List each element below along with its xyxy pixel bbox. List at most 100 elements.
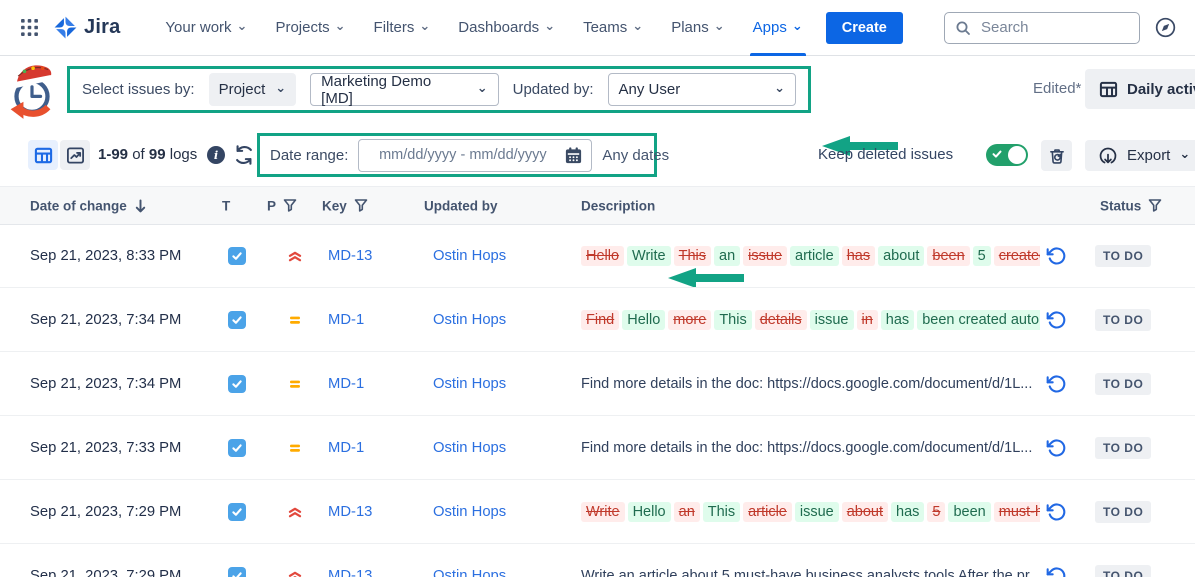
refresh-icon[interactable] [233, 144, 255, 166]
select-by-dropdown[interactable]: Project⌄ [209, 73, 297, 106]
issue-key-link[interactable]: MD-13 [328, 248, 372, 264]
chevron-down-icon: ⌄ [275, 80, 286, 96]
table-view-button[interactable] [28, 140, 58, 170]
undo-icon[interactable] [1046, 566, 1066, 577]
description-token-added: issue [810, 310, 854, 330]
updated-by-link[interactable]: Ostin Hops [433, 248, 506, 264]
updated-by-label: Updated by: [513, 81, 594, 98]
table-row: Sep 21, 2023, 7:29 PM MD-13 Ostin Hops W… [0, 544, 1195, 577]
issue-key-link[interactable]: MD-1 [328, 312, 364, 328]
chevron-down-icon: ⌄ [792, 18, 803, 34]
toolbar: 1-99 of 99 logs i Date range: Any dates … [0, 124, 1195, 186]
nav-item-filters[interactable]: Filters⌄ [363, 0, 442, 56]
brand-name: Jira [84, 16, 120, 39]
jira-logo[interactable]: Jira [53, 15, 120, 40]
updated-by-link[interactable]: Ostin Hops [433, 312, 506, 328]
header-priority[interactable]: P [267, 198, 297, 213]
description-token-added: Write [627, 246, 671, 266]
description-token-added: 5 [973, 246, 991, 266]
undo-icon[interactable] [1046, 438, 1066, 458]
table-row: Sep 21, 2023, 7:34 PM MD-1 Ostin Hops Fi… [0, 352, 1195, 416]
undo-icon[interactable] [1046, 374, 1066, 394]
status-badge: TO DO [1095, 245, 1151, 267]
discover-compass-icon[interactable] [1154, 16, 1177, 39]
status-badge: TO DO [1095, 373, 1151, 395]
export-button[interactable]: Export ⌄ [1085, 140, 1195, 171]
nav-item-apps[interactable]: Apps⌄ [742, 0, 814, 56]
description-token-removed: Find [581, 310, 619, 330]
description-token-removed: issue [743, 246, 787, 266]
header-key[interactable]: Key [322, 198, 368, 213]
header-date-of-change[interactable]: Date of change [30, 198, 147, 213]
any-dates-label[interactable]: Any dates [602, 147, 669, 164]
search-input[interactable] [979, 18, 1129, 37]
nav-item-teams[interactable]: Teams⌄ [572, 0, 654, 56]
date-range-field[interactable] [358, 139, 592, 172]
chevron-down-icon: ⌄ [237, 18, 248, 34]
calendar-icon[interactable] [564, 146, 583, 165]
updated-by-link[interactable]: Ostin Hops [433, 568, 506, 577]
description-token-removed: has [842, 246, 875, 266]
description-token-plain: Find more details in the doc: https://do… [581, 438, 1032, 458]
undo-icon[interactable] [1046, 502, 1066, 522]
status-badge: TO DO [1095, 437, 1151, 459]
search-box[interactable] [944, 12, 1140, 44]
daily-activity-button[interactable]: Daily activity [1085, 69, 1195, 109]
updated-by-value: Any User [619, 81, 681, 98]
task-type-icon [228, 567, 246, 577]
nav-item-plans[interactable]: Plans⌄ [660, 0, 735, 56]
description-token-removed: must-h... [994, 502, 1040, 522]
header-type[interactable]: T [222, 198, 230, 213]
row-description: HelloWriteThisanissuearticlehasaboutbeen… [581, 246, 1040, 266]
nav-item-your-work[interactable]: Your work⌄ [154, 0, 258, 56]
task-type-icon [228, 247, 246, 265]
table-row: Sep 21, 2023, 7:34 PM MD-1 Ostin Hops Fi… [0, 288, 1195, 352]
project-dropdown[interactable]: Marketing Demo [MD]⌄ [310, 73, 498, 106]
date-range-input[interactable] [367, 146, 558, 164]
issue-key-link[interactable]: MD-13 [328, 504, 372, 520]
filter-funnel-icon [1148, 199, 1162, 213]
keep-deleted-toggle[interactable] [986, 144, 1028, 166]
description-token-plain: Write an article about 5 must-have busin… [581, 566, 1040, 577]
undo-icon[interactable] [1046, 310, 1066, 330]
nav-item-dashboards[interactable]: Dashboards⌄ [447, 0, 566, 56]
header-status[interactable]: Status [1100, 198, 1162, 213]
chevron-down-icon: ⌄ [714, 18, 725, 34]
chevron-down-icon: ⌄ [335, 18, 346, 34]
description-token-removed: details [755, 310, 807, 330]
nav-item-projects[interactable]: Projects⌄ [264, 0, 356, 56]
description-token-removed: 5 [927, 502, 945, 522]
description-token-removed: Write [581, 502, 625, 522]
issue-key-link[interactable]: MD-13 [328, 568, 372, 577]
updated-by-link[interactable]: Ostin Hops [433, 440, 506, 456]
trash-button[interactable] [1041, 140, 1072, 171]
row-description: Find more details in the doc: https://do… [581, 438, 1040, 458]
row-date: Sep 21, 2023, 8:33 PM [30, 248, 181, 264]
chevron-down-icon: ⌄ [544, 18, 555, 34]
updated-by-link[interactable]: Ostin Hops [433, 504, 506, 520]
table-grid-icon [1099, 80, 1118, 99]
priority-icon [288, 505, 302, 519]
priority-icon [288, 441, 302, 455]
info-icon[interactable]: i [207, 146, 225, 164]
description-token-removed: in [857, 310, 878, 330]
filter-funnel-icon [283, 199, 297, 213]
description-token-added: been [948, 502, 990, 522]
header-updated-by[interactable]: Updated by [424, 198, 498, 213]
toggle-knob [1008, 146, 1026, 164]
description-token-added: has [891, 502, 924, 522]
create-button[interactable]: Create [826, 12, 903, 44]
status-badge: TO DO [1095, 501, 1151, 523]
updated-by-dropdown[interactable]: Any User⌄ [608, 73, 796, 106]
app-switcher-icon[interactable] [16, 14, 43, 41]
chevron-down-icon: ⌄ [477, 80, 488, 96]
description-token-added: Hello [622, 310, 665, 330]
priority-icon [288, 377, 302, 391]
updated-by-link[interactable]: Ostin Hops [433, 376, 506, 392]
chart-view-button[interactable] [60, 140, 90, 170]
issue-key-link[interactable]: MD-1 [328, 440, 364, 456]
task-type-icon [228, 311, 246, 329]
undo-icon[interactable] [1046, 246, 1066, 266]
task-type-icon [228, 375, 246, 393]
issue-key-link[interactable]: MD-1 [328, 376, 364, 392]
